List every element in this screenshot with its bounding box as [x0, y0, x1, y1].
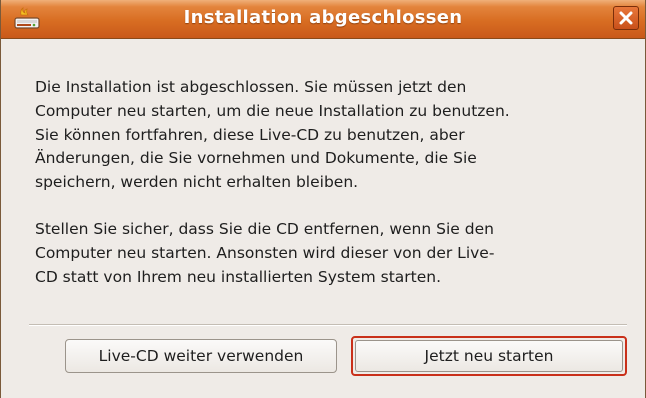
message-line: Die Installation ist abgeschlossen. Sie … — [35, 78, 467, 96]
message-body: Die Installation ist abgeschlossen. Sie … — [35, 76, 635, 289]
close-button[interactable] — [613, 6, 639, 30]
message-line: Computer neu starten, um die neue Instal… — [35, 101, 510, 120]
button-separator — [29, 324, 627, 326]
message-line: Stellen Sie sicher, dass Sie die CD entf… — [35, 219, 494, 238]
message-paragraph-restart-info: Die Installation ist abgeschlossen. Sie … — [35, 76, 635, 195]
continue-live-cd-button[interactable]: Live-CD weiter verwenden — [65, 339, 337, 373]
message-paragraph-remove-cd: Stellen Sie sicher, dass Sie die CD entf… — [35, 218, 635, 289]
restart-now-button[interactable]: Jetzt neu starten — [351, 336, 627, 376]
dialog-window: Installation abgeschlossen Die Installat… — [0, 0, 646, 398]
message-line: CD statt von Ihrem neu installierten Sys… — [35, 267, 442, 286]
message-line: Sie können fortfahren, diese Live-CD zu … — [35, 125, 465, 144]
message-line: speichern, werden nicht erhalten bleiben… — [35, 173, 359, 192]
message-line: Computer neu starten. Ansonsten wird die… — [35, 243, 495, 262]
dialog-title: Installation abgeschlossen — [183, 7, 463, 28]
title-bar[interactable]: Installation abgeschlossen — [1, 0, 645, 39]
restart-now-label: Jetzt neu starten — [355, 340, 623, 372]
message-line: Änderungen, die Sie vornehmen und Dokume… — [35, 149, 477, 168]
